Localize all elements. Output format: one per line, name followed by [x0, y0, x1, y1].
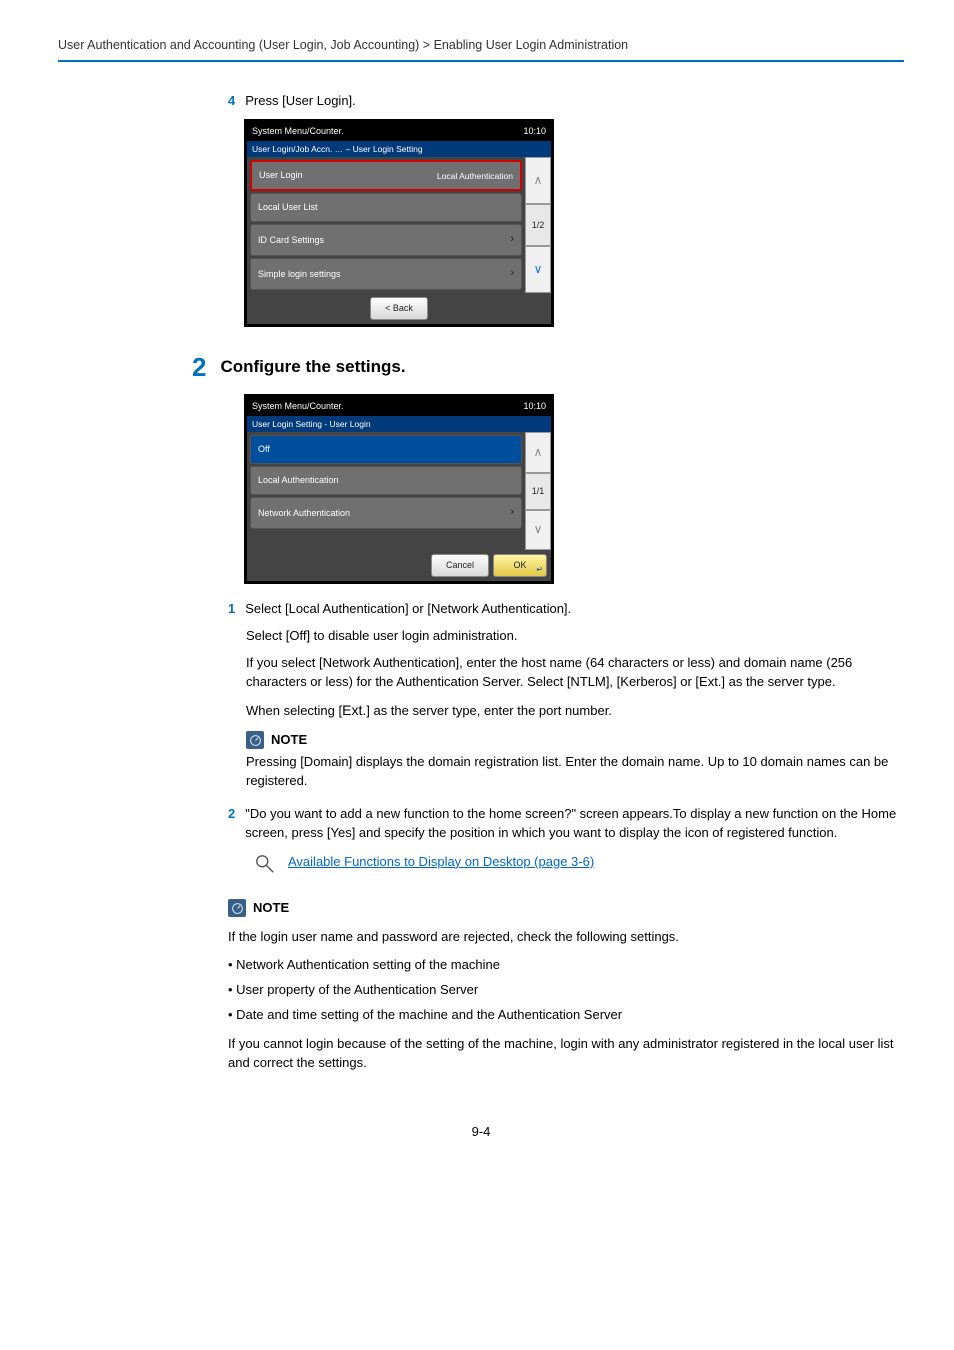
paragraph: Select [Off] to disable user login admin…: [246, 627, 898, 646]
page-indicator: 1/1: [525, 473, 551, 510]
substep-text: Select [Local Authentication] or [Networ…: [245, 600, 571, 619]
note-label: NOTE: [253, 899, 289, 918]
step-title: Configure the settings.: [220, 355, 405, 380]
bullet-item: Network Authentication setting of the ma…: [228, 956, 898, 975]
page-number: 9-4: [58, 1123, 904, 1142]
note-text: If the login user name and password are …: [228, 928, 898, 947]
panel-row-label: Network Authentication: [258, 507, 350, 520]
panel-row-label: Local User List: [258, 201, 318, 214]
scroll-down-button[interactable]: ∨: [525, 246, 551, 293]
panel-title: System Menu/Counter.: [252, 125, 344, 138]
panel-row-network-authentication[interactable]: Network Authentication ›: [250, 497, 522, 529]
panel-row-local-authentication[interactable]: Local Authentication: [250, 466, 522, 495]
panel-row-simple-login-settings[interactable]: Simple login settings ›: [250, 258, 522, 290]
cancel-button[interactable]: Cancel: [431, 554, 489, 577]
scroll-down-button[interactable]: ∨: [525, 510, 551, 551]
scroll-up-button[interactable]: ∧: [525, 157, 551, 204]
panel-row-label: ID Card Settings: [258, 234, 324, 247]
substep-number: 1: [228, 600, 235, 619]
panel-row-label: Off: [258, 443, 270, 456]
paragraph: If you select [Network Authentication], …: [246, 654, 898, 692]
paragraph: When selecting [Ext.] as the server type…: [246, 700, 898, 721]
substep-text: "Do you want to add a new function to th…: [245, 805, 898, 843]
magnifier-icon: [254, 853, 276, 881]
panel-crumb: User Login/Job Accn. … – User Login Sett…: [247, 141, 551, 157]
substep-number: 2: [228, 805, 235, 824]
scroll-up-button[interactable]: ∧: [525, 432, 551, 473]
panel-row-label: Simple login settings: [258, 268, 341, 281]
substep-text: Press [User Login].: [245, 92, 356, 111]
panel-row-off[interactable]: Off: [250, 435, 522, 464]
step-number: 2: [192, 354, 206, 380]
bullet-item: Date and time setting of the machine and…: [228, 1006, 898, 1025]
note-box: NOTE Pressing [Domain] displays the doma…: [246, 731, 898, 792]
panel-row-label: Local Authentication: [258, 474, 339, 487]
chevron-right-icon: ›: [510, 505, 514, 521]
substep-number: 4: [228, 92, 235, 111]
chevron-right-icon: ›: [510, 232, 514, 248]
note-text: Pressing [Domain] displays the domain re…: [246, 753, 898, 791]
panel-row-label: User Login: [259, 169, 303, 182]
panel-title: System Menu/Counter.: [252, 400, 344, 413]
screenshot-panel-user-login: System Menu/Counter. 10:10 User Login Se…: [244, 394, 554, 584]
panel-time: 10:10: [523, 125, 546, 138]
chevron-right-icon: ›: [510, 266, 514, 282]
note-box: NOTE If the login user name and password…: [228, 899, 898, 1073]
note-label: NOTE: [271, 731, 307, 750]
breadcrumb: User Authentication and Accounting (User…: [58, 36, 904, 62]
bullet-item: User property of the Authentication Serv…: [228, 981, 898, 1000]
panel-row-user-login[interactable]: User Login Local Authentication: [250, 160, 522, 191]
panel-row-id-card-settings[interactable]: ID Card Settings ›: [250, 224, 522, 256]
back-button[interactable]: < Back: [370, 297, 428, 320]
page-indicator: 1/2: [525, 204, 551, 246]
panel-crumb: User Login Setting - User Login: [247, 416, 551, 432]
panel-row-value: Local Authentication: [437, 170, 513, 182]
note-icon: [246, 731, 264, 749]
reference-link[interactable]: Available Functions to Display on Deskto…: [288, 853, 594, 872]
ok-button[interactable]: OK: [493, 554, 547, 577]
note-text: If you cannot login because of the setti…: [228, 1035, 898, 1073]
panel-time: 10:10: [523, 400, 546, 413]
note-icon: [228, 899, 246, 917]
panel-row-local-user-list[interactable]: Local User List: [250, 193, 522, 222]
screenshot-panel-user-login-setting: System Menu/Counter. 10:10 User Login/Jo…: [244, 119, 554, 327]
